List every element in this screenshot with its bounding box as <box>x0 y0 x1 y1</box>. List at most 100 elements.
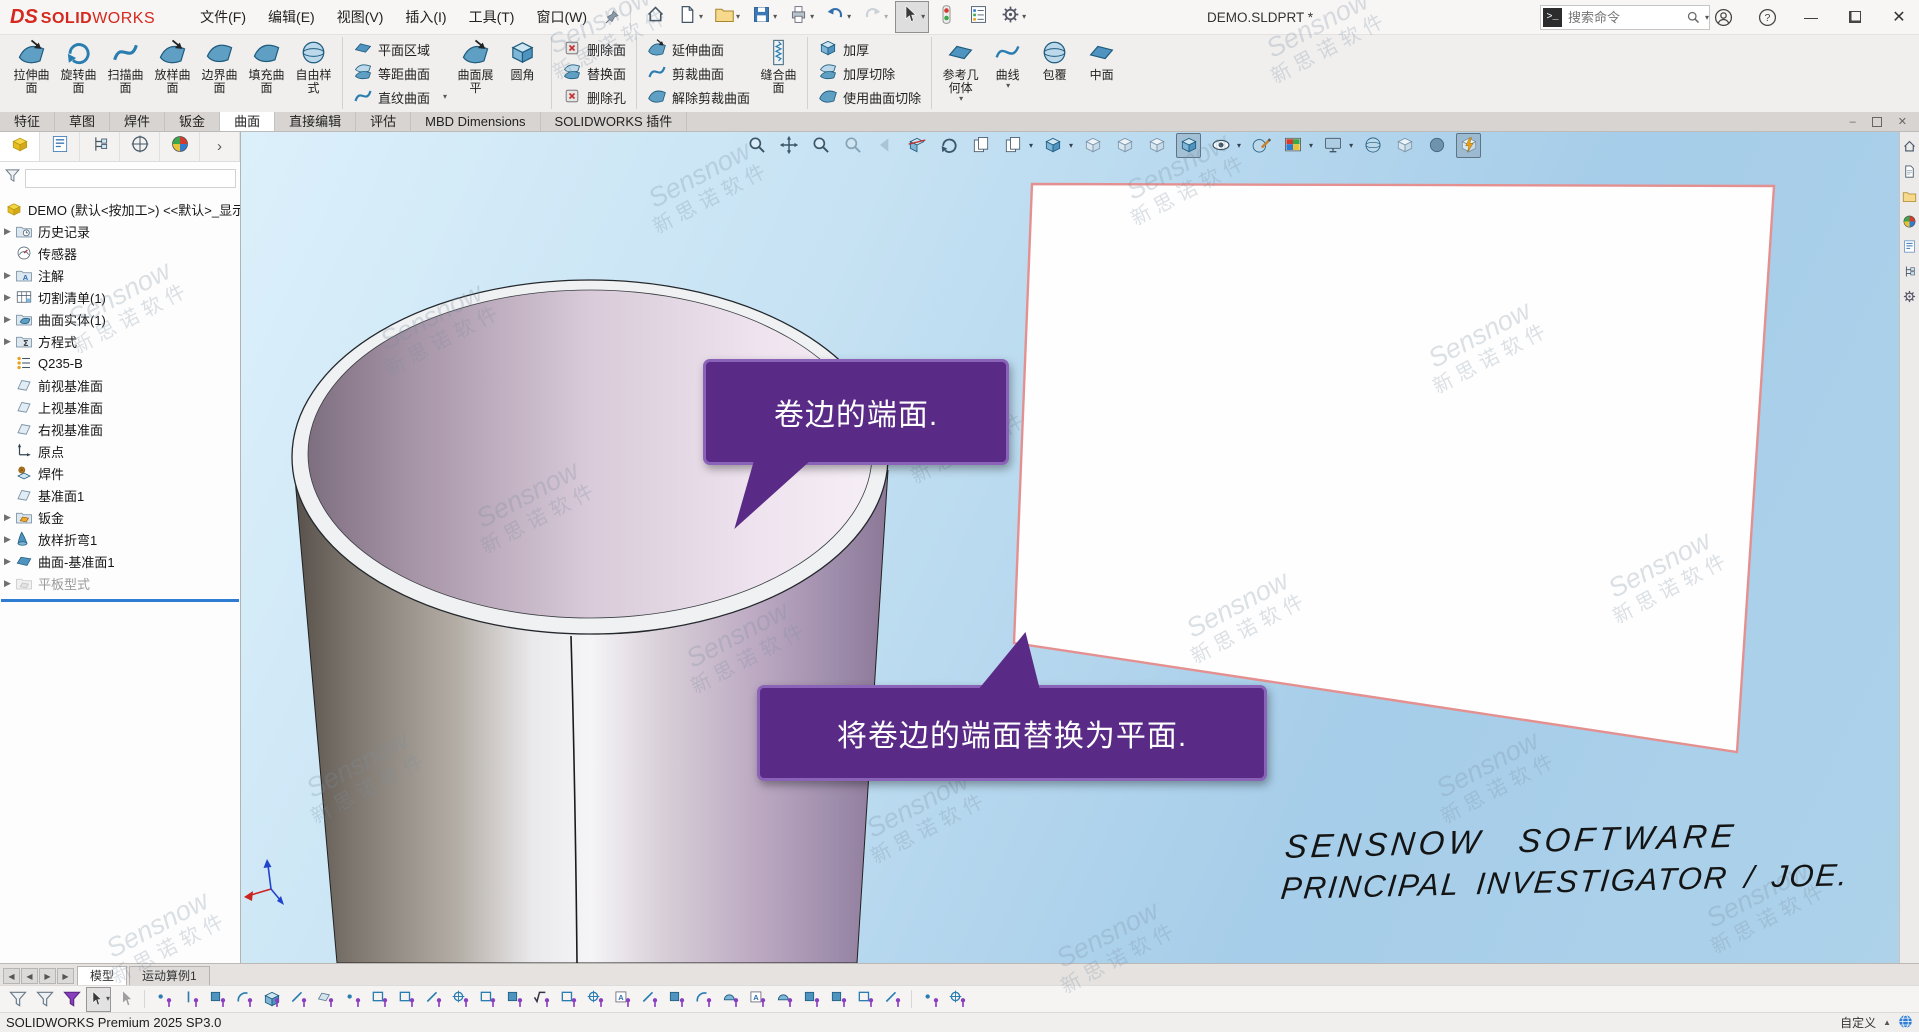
pan-icon[interactable] <box>776 133 801 158</box>
tree-item[interactable]: Q235-B <box>0 352 240 374</box>
propertymanager-tab[interactable] <box>40 131 80 161</box>
dropdown-caret-icon[interactable]: ▾ <box>1309 141 1313 150</box>
plane-region-tool-icon[interactable] <box>205 987 230 1012</box>
tree-item[interactable]: ▶Σ方程式 <box>0 330 240 352</box>
tab-MBD Dimensions[interactable]: MBD Dimensions <box>411 112 540 131</box>
tab-scroll-first-icon[interactable]: ◀ <box>3 968 20 984</box>
menu-item[interactable]: 插入(I) <box>394 2 457 32</box>
dropdown-caret-icon[interactable]: ▾ <box>1349 141 1353 150</box>
undo-button[interactable]: ▾ <box>821 1 855 33</box>
doc-close-icon[interactable]: ✕ <box>1898 115 1907 128</box>
extend-surface-button[interactable]: 延伸曲面 <box>642 37 755 61</box>
curves-button[interactable]: 曲线▾ <box>984 34 1031 112</box>
angle-dim-tool-icon[interactable]: A <box>745 987 770 1012</box>
hide-show-items-icon[interactable] <box>1208 133 1233 158</box>
remove-material-tool-icon[interactable] <box>799 987 824 1012</box>
knit-surface-button[interactable]: 缝合曲面 <box>755 34 802 112</box>
help-icon[interactable]: ? <box>1757 7 1777 27</box>
add-material-tool-icon[interactable] <box>826 987 851 1012</box>
select-button[interactable]: ▾ <box>895 1 929 33</box>
ref-plane-tool-icon[interactable] <box>313 987 338 1012</box>
tab-曲面[interactable]: 曲面 <box>220 112 275 131</box>
hidden-lines-style-icon[interactable] <box>1112 133 1137 158</box>
tab-特征[interactable]: 特征 <box>0 112 55 131</box>
tree-item[interactable]: ▶曲面-基准面1 <box>0 550 240 572</box>
tree-item[interactable]: 右视基准面 <box>0 418 240 440</box>
replace-face-button[interactable]: 替换面 <box>557 61 631 85</box>
home-button[interactable] <box>641 1 670 33</box>
revolved-surface-button[interactable]: 旋转曲面 <box>55 34 102 112</box>
apply-scene-icon[interactable] <box>1280 133 1305 158</box>
cut-with-surface-button[interactable]: 使用曲面切除 <box>813 85 926 109</box>
note-tool-icon[interactable]: A <box>610 987 635 1012</box>
zoom-fit-icon[interactable] <box>744 133 769 158</box>
bounding-box-tool-icon[interactable] <box>475 987 500 1012</box>
menu-item[interactable]: 文件(F) <box>189 2 257 32</box>
redo-button[interactable]: ▾ <box>858 1 892 33</box>
trim-surface-button[interactable]: 剪裁曲面 <box>642 61 755 85</box>
fillet-button[interactable]: 圆角 <box>499 34 546 112</box>
select-other-icon[interactable] <box>113 987 138 1012</box>
filter-menu-icon[interactable] <box>59 987 84 1012</box>
tree-item[interactable]: ▶历史记录 <box>0 220 240 242</box>
options-list-button[interactable] <box>964 1 993 33</box>
rebuild-button[interactable] <box>932 1 961 33</box>
search-box[interactable]: >_ ▾ <box>1540 5 1710 30</box>
filter-icon[interactable] <box>4 167 21 189</box>
model-tab-运动算例1[interactable]: 运动算例1 <box>129 966 210 986</box>
close-button[interactable]: ✕ <box>1889 7 1909 27</box>
menu-item[interactable]: 窗口(W) <box>525 2 598 32</box>
section-view-icon[interactable] <box>904 133 929 158</box>
tab-焊件[interactable]: 焊件 <box>110 112 165 131</box>
graphics-viewport[interactable]: ▾▾▾▾▾ 卷边的端面. 将卷边的端面替换为平面. SENSNOW SOFTWA… <box>241 131 1899 963</box>
tab-评估[interactable]: 评估 <box>356 112 411 131</box>
tab-scroll-previous-icon[interactable]: ◀ <box>21 968 38 984</box>
taskpane-home-icon[interactable] <box>1902 138 1918 154</box>
tree-expand-icon[interactable]: ▶ <box>0 578 15 589</box>
delete-hole-button[interactable]: 删除孔 <box>557 85 631 109</box>
taskpane-resources-icon[interactable] <box>1902 163 1918 179</box>
perspective-icon[interactable] <box>1392 133 1417 158</box>
tree-item-root[interactable]: DEMO (默认<按加工>) <<默认>_显示 <box>0 198 240 220</box>
tree-filter-input[interactable] <box>25 169 236 188</box>
displaymanager-tab[interactable] <box>160 131 200 161</box>
edit-appearance-icon[interactable] <box>1248 133 1273 158</box>
tree-item[interactable]: ▶A注解 <box>0 264 240 286</box>
search-icon[interactable] <box>1686 10 1701 25</box>
taskpane-settings-icon[interactable] <box>1902 288 1918 304</box>
shaded-with-edges-icon[interactable] <box>1176 133 1201 158</box>
pattern-tool-icon[interactable] <box>502 987 527 1012</box>
pen-tool-icon[interactable] <box>880 987 905 1012</box>
search-input[interactable] <box>1566 9 1686 26</box>
ambient-occlusion-icon[interactable] <box>1424 133 1449 158</box>
zoom-note-tool-icon[interactable] <box>583 987 608 1012</box>
panel-expand-tab[interactable]: › <box>200 131 240 161</box>
shadows-icon[interactable] <box>1360 133 1385 158</box>
doc-minimize-icon[interactable]: – <box>1850 116 1856 128</box>
configurationmanager-tab[interactable] <box>80 131 120 161</box>
dimxpertmanager-tab[interactable] <box>120 131 160 161</box>
zoom-area-icon[interactable] <box>840 133 865 158</box>
corner-tool-icon[interactable] <box>394 987 419 1012</box>
tree-item[interactable]: ▶平板型式 <box>0 572 240 594</box>
grid-tool-icon[interactable] <box>945 987 970 1012</box>
tab-钣金[interactable]: 钣金 <box>165 112 220 131</box>
hatch-tool-icon[interactable] <box>664 987 689 1012</box>
tree-expand-icon[interactable]: ▶ <box>0 556 15 567</box>
tree-item[interactable]: 传感器 <box>0 242 240 264</box>
tab-scroll-next-icon[interactable]: ▶ <box>39 968 56 984</box>
half-section-tool-icon[interactable] <box>772 987 797 1012</box>
tree-item[interactable]: 焊件 <box>0 462 240 484</box>
tree-expand-icon[interactable]: ▶ <box>0 534 15 545</box>
pin-menu-icon[interactable] <box>604 9 620 25</box>
tree-item[interactable]: ▶放样折弯1 <box>0 528 240 550</box>
thicken-button[interactable]: 加厚 <box>813 37 926 61</box>
frame-tool-icon[interactable] <box>367 987 392 1012</box>
origin-target-tool-icon[interactable] <box>448 987 473 1012</box>
tree-expand-icon[interactable]: ▶ <box>0 512 15 523</box>
wrap-button[interactable]: 包覆 <box>1031 34 1078 112</box>
featuremanager-tab[interactable] <box>0 131 40 161</box>
dropdown-caret-icon[interactable]: ▾ <box>1237 141 1241 150</box>
web-globe-icon[interactable] <box>1898 1014 1913 1032</box>
reference-geometry-button[interactable]: 参考几何体▾ <box>937 34 984 112</box>
